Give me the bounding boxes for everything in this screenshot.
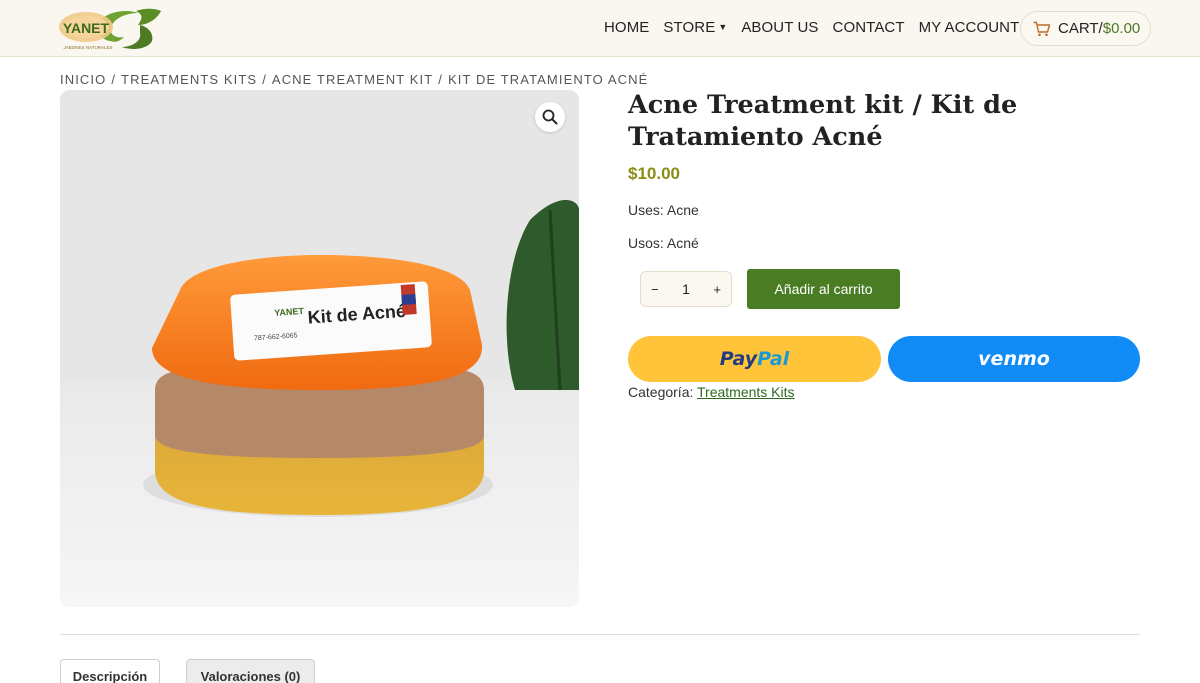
category-label: Categoría: (628, 384, 698, 400)
product-category: Categoría: Treatments Kits (628, 384, 795, 400)
cart-label: CART/ (1058, 20, 1103, 37)
logo-text: YANET (63, 20, 110, 36)
breadcrumb-current: KIT DE TRATAMIENTO ACNÉ (448, 72, 649, 87)
product-uses-en: Uses: Acne (628, 202, 699, 218)
paypal-pal-text: Pal (757, 348, 790, 370)
product-title: Acne Treatment kit / Kit de Tratamiento … (628, 90, 1018, 152)
quantity-decrease-button[interactable]: − (651, 282, 659, 297)
product-image[interactable]: YANET 787-662-6065 Kit de Acné (60, 90, 579, 607)
main-nav: HOME STORE ▼ ABOUT US CONTACT MY ACCOUNT (604, 19, 1033, 36)
add-to-cart-button[interactable]: Añadir al carrito (747, 269, 900, 309)
paypal-pay-text: Pay (719, 348, 758, 370)
cart-button[interactable]: CART/ $0.00 (1020, 11, 1151, 46)
quantity-increase-button[interactable]: + (713, 282, 721, 297)
product-photo: YANET 787-662-6065 Kit de Acné (60, 90, 579, 607)
site-header: YANET JABONES NATURALES HOME STORE ▼ ABOU… (0, 0, 1200, 57)
nav-about-us[interactable]: ABOUT US (741, 19, 818, 36)
venmo-button[interactable]: venmo (888, 336, 1140, 382)
category-link[interactable]: Treatments Kits (697, 384, 795, 400)
caret-down-icon: ▼ (718, 22, 728, 32)
nav-store[interactable]: STORE ▼ (663, 19, 727, 36)
search-zoom-icon (542, 109, 558, 125)
tab-description[interactable]: Descripción (60, 659, 160, 683)
product-price: $10.00 (628, 164, 680, 183)
zoom-button[interactable] (535, 102, 565, 132)
nav-home[interactable]: HOME (604, 19, 649, 36)
label-logo-text: YANET (274, 306, 305, 318)
product-uses-es: Usos: Acné (628, 235, 699, 251)
section-divider (60, 634, 1140, 635)
logo[interactable]: YANET JABONES NATURALES (58, 5, 162, 51)
cart-icon (1033, 21, 1051, 36)
nav-contact[interactable]: CONTACT (833, 19, 905, 36)
breadcrumb-acne-treatment-kit[interactable]: ACNE TREATMENT KIT (272, 72, 433, 87)
breadcrumb-treatments-kits[interactable]: TREATMENTS KITS (121, 72, 257, 87)
paypal-button[interactable]: Pay Pal (628, 336, 881, 382)
breadcrumb-inicio[interactable]: INICIO (60, 72, 106, 87)
breadcrumb: INICIO / TREATMENTS KITS / ACNE TREATMENT KI… (60, 72, 649, 87)
quantity-input[interactable]: 1 (682, 281, 690, 297)
cart-amount: $0.00 (1102, 20, 1141, 37)
quantity-stepper: − 1 + (640, 271, 732, 307)
tab-reviews[interactable]: Valoraciones (0) (186, 659, 315, 683)
nav-my-account[interactable]: MY ACCOUNT (919, 19, 1020, 36)
logo-tagline: JABONES NATURALES (64, 45, 113, 50)
nav-store-label: STORE (663, 19, 716, 36)
